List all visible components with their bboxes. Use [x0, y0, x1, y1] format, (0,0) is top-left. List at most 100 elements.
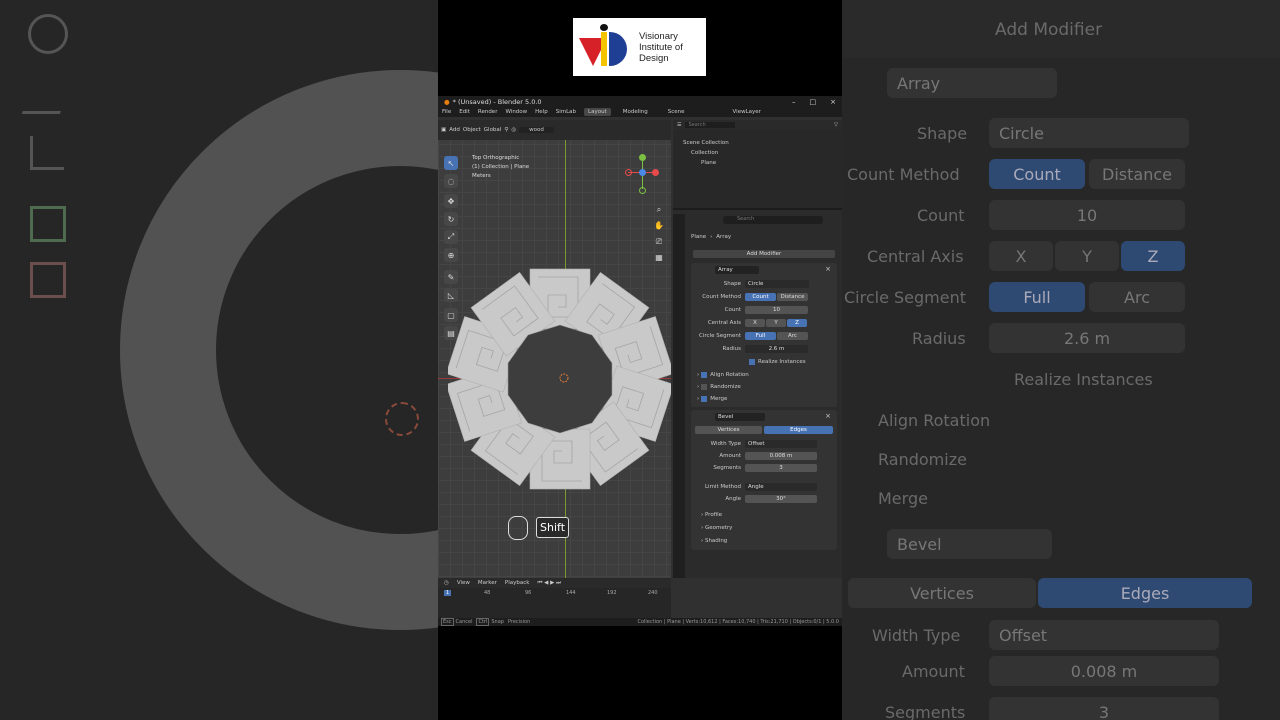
- amount-field[interactable]: 0.008 m: [745, 451, 817, 460]
- tab-vertices[interactable]: Vertices: [695, 426, 762, 434]
- minimize-icon[interactable]: –: [792, 98, 796, 106]
- tab-layout[interactable]: Layout: [584, 108, 611, 116]
- realize-label: Realize Instances: [758, 358, 806, 365]
- outliner-scene-collection[interactable]: Scene Collection: [683, 138, 842, 148]
- property-tabs[interactable]: [673, 214, 685, 578]
- filter-icon[interactable]: ▽: [834, 122, 838, 128]
- rotate-tool-icon[interactable]: ↻: [444, 212, 458, 226]
- realize-row: Realize Instances: [749, 357, 833, 366]
- timeline-editor-icon[interactable]: ◷: [444, 580, 449, 586]
- timeline-marker-menu[interactable]: Marker: [478, 580, 497, 586]
- cursor-tool-icon[interactable]: ◌: [444, 174, 458, 188]
- profile-subpanel[interactable]: › Profile: [701, 510, 833, 519]
- count-method-distance[interactable]: Distance: [777, 292, 808, 301]
- tick-48: 48: [484, 590, 491, 596]
- move-tool-icon[interactable]: ✥: [444, 194, 458, 208]
- overlays-icon[interactable]: ◎: [511, 127, 516, 133]
- segment-full-button[interactable]: Full: [745, 331, 776, 340]
- randomize-checkbox[interactable]: [701, 383, 708, 390]
- radius-field[interactable]: 2.6 m: [745, 344, 808, 353]
- mesh-ring[interactable]: [448, 267, 671, 492]
- close-icon[interactable]: ×: [830, 98, 836, 106]
- scene-selector[interactable]: Scene: [668, 109, 685, 115]
- menu-help[interactable]: Help: [535, 109, 548, 115]
- camera-view-icon[interactable]: ⎚: [654, 234, 664, 250]
- viewport-object-menu[interactable]: Object: [463, 127, 481, 133]
- timeline-view-menu[interactable]: View: [457, 580, 470, 586]
- maximize-icon[interactable]: □: [810, 98, 817, 106]
- origin-icon: [385, 402, 419, 436]
- array-close-icon[interactable]: ×: [825, 265, 831, 273]
- menu-edit[interactable]: Edit: [459, 109, 470, 115]
- transform-icon: [30, 262, 66, 298]
- align-rotation-checkbox[interactable]: [701, 371, 708, 378]
- breadcrumb: Plane › Array: [691, 233, 732, 240]
- bevel-close-icon[interactable]: ×: [825, 412, 831, 420]
- add-modifier-button[interactable]: Add Modifier: [693, 250, 835, 258]
- merge-row: › Merge: [697, 395, 728, 402]
- shape-dropdown[interactable]: Circle: [745, 279, 809, 288]
- properties-search[interactable]: Search: [723, 216, 823, 224]
- angle-field[interactable]: 30°: [745, 494, 817, 503]
- menu-render[interactable]: Render: [478, 109, 498, 115]
- axis-z-button[interactable]: Z: [787, 318, 807, 327]
- bevel-name-field[interactable]: Bevel: [715, 413, 765, 421]
- transform-tool-icon[interactable]: ⊕: [444, 248, 458, 262]
- pan-icon[interactable]: ✋: [654, 218, 664, 234]
- menu-bar: File Edit Render Window Help SimLab Layo…: [438, 107, 842, 117]
- menu-simlab[interactable]: SimLab: [556, 109, 576, 115]
- breadcrumb-object: Plane: [691, 233, 707, 240]
- segments-field[interactable]: 3: [745, 463, 817, 472]
- bg-count-value: 10: [989, 200, 1185, 230]
- menu-window[interactable]: Window: [505, 109, 527, 115]
- axis-x-button[interactable]: X: [745, 318, 765, 327]
- zoom-icon[interactable]: ⌕: [654, 202, 664, 218]
- bg-seg-full: Full: [989, 282, 1085, 312]
- outliner-plane[interactable]: Plane: [683, 158, 842, 168]
- count-method-count[interactable]: Count: [745, 292, 776, 301]
- menu-file[interactable]: File: [442, 109, 451, 115]
- view-name: Top Orthographic: [472, 155, 520, 161]
- outliner-collection[interactable]: Collection: [683, 148, 842, 158]
- viewport-add-menu[interactable]: Add: [449, 127, 460, 133]
- merge-checkbox[interactable]: [701, 395, 708, 402]
- width-type-row: Width Type Offset: [695, 439, 833, 448]
- outliner-type-icon[interactable]: ☰: [677, 122, 681, 128]
- geometry-subpanel[interactable]: › Geometry: [701, 523, 833, 532]
- segment-arc-button[interactable]: Arc: [777, 331, 808, 340]
- limit-method-dropdown[interactable]: Angle: [745, 482, 817, 491]
- outliner-search[interactable]: Search: [685, 122, 736, 128]
- grid-view-icon[interactable]: ▦: [654, 250, 664, 266]
- snap-icon[interactable]: ⚲: [504, 127, 508, 133]
- align-rotation-row: › Align Rotation: [697, 371, 749, 378]
- array-name-field[interactable]: Array: [715, 266, 759, 274]
- axis-y-button[interactable]: Y: [766, 318, 786, 327]
- geometry-label: Geometry: [704, 524, 733, 531]
- circle-segment-label: Circle Segment: [699, 332, 741, 339]
- circle-segment-row: Circle Segment Full Arc: [695, 331, 833, 340]
- current-frame-marker[interactable]: 1: [444, 590, 452, 596]
- amount-row: Amount 0.008 m: [695, 451, 833, 460]
- viewport-search-input[interactable]: wood: [519, 127, 554, 133]
- tab-edges[interactable]: Edges: [764, 426, 833, 434]
- orientation-dropdown[interactable]: Global: [484, 127, 502, 133]
- tab-modeling[interactable]: Modeling: [619, 108, 652, 116]
- bg-amount: Amount: [902, 662, 965, 681]
- playback-controls[interactable]: ⏮ ◀ ▶ ⏭: [537, 580, 561, 587]
- tick-96: 96: [525, 590, 532, 596]
- realize-checkbox[interactable]: [749, 358, 755, 365]
- scale-tool-icon[interactable]: ⤢: [444, 230, 458, 244]
- count-field[interactable]: 10: [745, 305, 808, 314]
- timeline-playback-menu[interactable]: Playback: [505, 580, 530, 586]
- shading-subpanel[interactable]: › Shading: [701, 536, 833, 545]
- select-tool-icon[interactable]: ↖: [444, 156, 458, 170]
- editor-type-icon[interactable]: ▣: [441, 127, 446, 133]
- width-type-dropdown[interactable]: Offset: [745, 439, 817, 448]
- 3d-viewport[interactable]: ▣ Add Object Global ⚲ ◎ wood ↖ ◌ ✥ ↻ ⤢ ⊕…: [438, 120, 671, 578]
- viewlayer-selector[interactable]: ViewLayer: [733, 109, 761, 115]
- bg-count-b: Distance: [1089, 159, 1185, 189]
- bg-segments-value: 3: [989, 697, 1219, 720]
- bg-axis-z: Z: [1121, 241, 1185, 271]
- window-title: * (Unsaved) - Blender 5.0.0: [452, 97, 542, 106]
- navigation-gizmo[interactable]: [624, 154, 660, 196]
